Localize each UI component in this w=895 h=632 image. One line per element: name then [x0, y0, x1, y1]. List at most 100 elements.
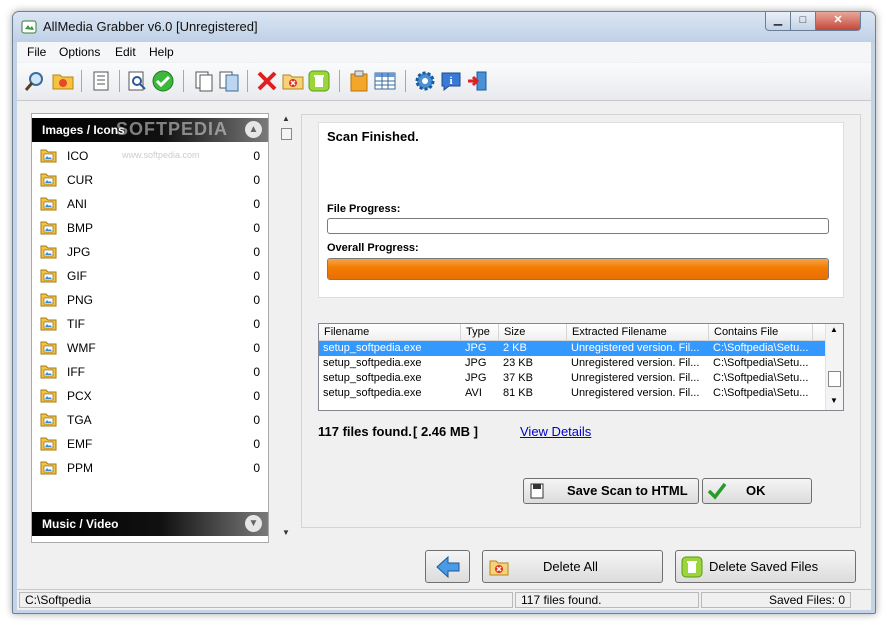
- check-icon[interactable]: [151, 69, 175, 93]
- menu-options[interactable]: Options: [59, 45, 100, 59]
- maximize-button[interactable]: □: [790, 12, 816, 31]
- cell-size: 37 KB: [503, 372, 533, 384]
- cell-type: JPG: [465, 342, 487, 354]
- cell-contains: C:\Softpedia\Setu...: [713, 372, 809, 384]
- format-count: 0: [253, 197, 260, 211]
- format-row-cur[interactable]: CUR 0: [38, 168, 260, 192]
- scroll-up-arrow-icon[interactable]: ▲: [830, 325, 838, 334]
- table-row[interactable]: setup_softpedia.exe JPG 2 KB Unregistered v…: [319, 341, 827, 356]
- results-scroll-thumb[interactable]: [828, 371, 841, 387]
- preview-icon[interactable]: [125, 69, 149, 93]
- exit-icon[interactable]: [465, 69, 489, 93]
- format-row-wmf[interactable]: WMF 0: [38, 336, 260, 360]
- trash-icon[interactable]: [307, 69, 331, 93]
- image-folder-icon: [40, 293, 57, 307]
- format-row-ani[interactable]: ANI 0: [38, 192, 260, 216]
- format-row-tga[interactable]: TGA 0: [38, 408, 260, 432]
- ok-button[interactable]: OK: [702, 478, 812, 504]
- format-row-png[interactable]: PNG 0: [38, 288, 260, 312]
- delete-all-label: Delete All: [543, 559, 598, 574]
- cell-contains: C:\Softpedia\Setu...: [713, 357, 809, 369]
- format-count: 0: [253, 317, 260, 331]
- delete-saved-files-label: Delete Saved Files: [709, 559, 819, 574]
- format-count: 0: [253, 269, 260, 283]
- trash-icon: [681, 556, 703, 581]
- save-scan-html-label: Save Scan to HTML: [567, 483, 688, 498]
- clipboard-icon[interactable]: [347, 69, 371, 93]
- format-row-iff[interactable]: IFF 0: [38, 360, 260, 384]
- scroll-down-arrow-icon[interactable]: ▼: [282, 528, 290, 537]
- format-name: EMF: [67, 437, 93, 451]
- copy-multiple-icon[interactable]: [217, 69, 241, 93]
- delete-saved-files-button[interactable]: Delete Saved Files: [675, 550, 856, 583]
- column-header-contains-file[interactable]: Contains File: [709, 324, 813, 340]
- column-header-size[interactable]: Size: [499, 324, 567, 340]
- image-folder-icon: [40, 341, 57, 355]
- status-files-found: 117 files found.: [515, 592, 699, 608]
- music-video-header[interactable]: Music / Video ▼: [32, 512, 268, 536]
- format-list: ICO 0 CUR 0 ANI 0 BMP 0 JPG 0 GIF 0 PNG 0 TIF 0 WMF 0 IFF 0…: [32, 144, 268, 484]
- column-header-type[interactable]: Type: [461, 324, 499, 340]
- delete-folder-icon[interactable]: [281, 69, 305, 93]
- minimize-button[interactable]: ▁: [765, 12, 791, 31]
- category-panel: Images / Icons SOFTPEDIA ▲ www.softpedia…: [31, 113, 269, 543]
- delete-icon[interactable]: [255, 69, 279, 93]
- scan-status: Scan Finished.: [327, 129, 419, 144]
- table-icon[interactable]: [373, 69, 397, 93]
- format-row-gif[interactable]: GIF 0: [38, 264, 260, 288]
- svg-text:i: i: [449, 75, 452, 87]
- column-header-extracted-filename[interactable]: Extracted Filename: [567, 324, 709, 340]
- cell-size: 2 KB: [503, 342, 527, 354]
- format-row-bmp[interactable]: BMP 0: [38, 216, 260, 240]
- image-folder-icon: [40, 173, 57, 187]
- images-icons-header[interactable]: Images / Icons SOFTPEDIA ▲: [32, 118, 268, 142]
- format-row-tif[interactable]: TIF 0: [38, 312, 260, 336]
- expand-chevron-icon[interactable]: ▼: [245, 515, 262, 532]
- delete-all-button[interactable]: Delete All: [482, 550, 663, 583]
- save-scan-html-button[interactable]: Save Scan to HTML: [523, 478, 699, 504]
- format-row-ico[interactable]: ICO 0: [38, 144, 260, 168]
- save-disk-icon: [530, 483, 544, 502]
- open-folder-icon[interactable]: [51, 69, 75, 93]
- menu-edit[interactable]: Edit: [115, 45, 136, 59]
- format-row-ppm[interactable]: PPM 0: [38, 456, 260, 480]
- delete-folder-icon: [489, 558, 509, 579]
- format-name: BMP: [67, 221, 94, 235]
- column-header-filename[interactable]: Filename: [319, 324, 461, 340]
- format-count: 0: [253, 389, 260, 403]
- format-row-jpg[interactable]: JPG 0: [38, 240, 260, 264]
- image-folder-icon: [40, 461, 57, 475]
- overall-progress-bar: [327, 258, 829, 280]
- search-icon[interactable]: [23, 69, 47, 93]
- image-folder-icon: [40, 413, 57, 427]
- app-window: AllMedia Grabber v6.0 [Unregistered] ▁ □…: [12, 11, 876, 614]
- format-row-emf[interactable]: EMF 0: [38, 432, 260, 456]
- format-name: PPM: [67, 461, 94, 475]
- title-bar[interactable]: AllMedia Grabber v6.0 [Unregistered] ▁ □…: [13, 12, 875, 42]
- table-row[interactable]: setup_softpedia.exe JPG 37 KB Unregistered …: [319, 371, 827, 386]
- format-row-pcx[interactable]: PCX 0: [38, 384, 260, 408]
- results-table[interactable]: Filename Type Size Extracted Filename Contai…: [318, 323, 844, 411]
- status-path: C:\Softpedia: [19, 592, 513, 608]
- info-icon[interactable]: i: [439, 69, 463, 93]
- menu-file[interactable]: File: [27, 45, 46, 59]
- scroll-down-arrow-icon[interactable]: ▼: [830, 396, 838, 405]
- panel-splitter[interactable]: ▲ ▼: [279, 114, 295, 539]
- settings-gear-icon[interactable]: [413, 69, 437, 93]
- scroll-up-arrow-icon[interactable]: ▲: [282, 114, 290, 123]
- menu-help[interactable]: Help: [149, 45, 174, 59]
- ok-label: OK: [746, 483, 766, 498]
- table-row[interactable]: setup_softpedia.exe AVI 81 KB Unregistered …: [319, 386, 827, 401]
- list-icon[interactable]: [89, 69, 113, 93]
- back-arrow-button[interactable]: [425, 550, 470, 583]
- splitter-thumb[interactable]: [281, 128, 292, 140]
- cell-extracted: Unregistered version. Fil...: [571, 372, 700, 384]
- view-details-link[interactable]: View Details: [520, 424, 591, 439]
- close-button[interactable]: ✕: [815, 12, 861, 31]
- cell-extracted: Unregistered version. Fil...: [571, 357, 700, 369]
- table-row[interactable]: setup_softpedia.exe JPG 23 KB Unregistered …: [319, 356, 827, 371]
- copy-icon[interactable]: [191, 69, 215, 93]
- collapse-chevron-icon[interactable]: ▲: [245, 121, 262, 138]
- results-scrollbar[interactable]: ▲ ▼: [825, 324, 843, 410]
- format-name: ANI: [67, 197, 88, 211]
